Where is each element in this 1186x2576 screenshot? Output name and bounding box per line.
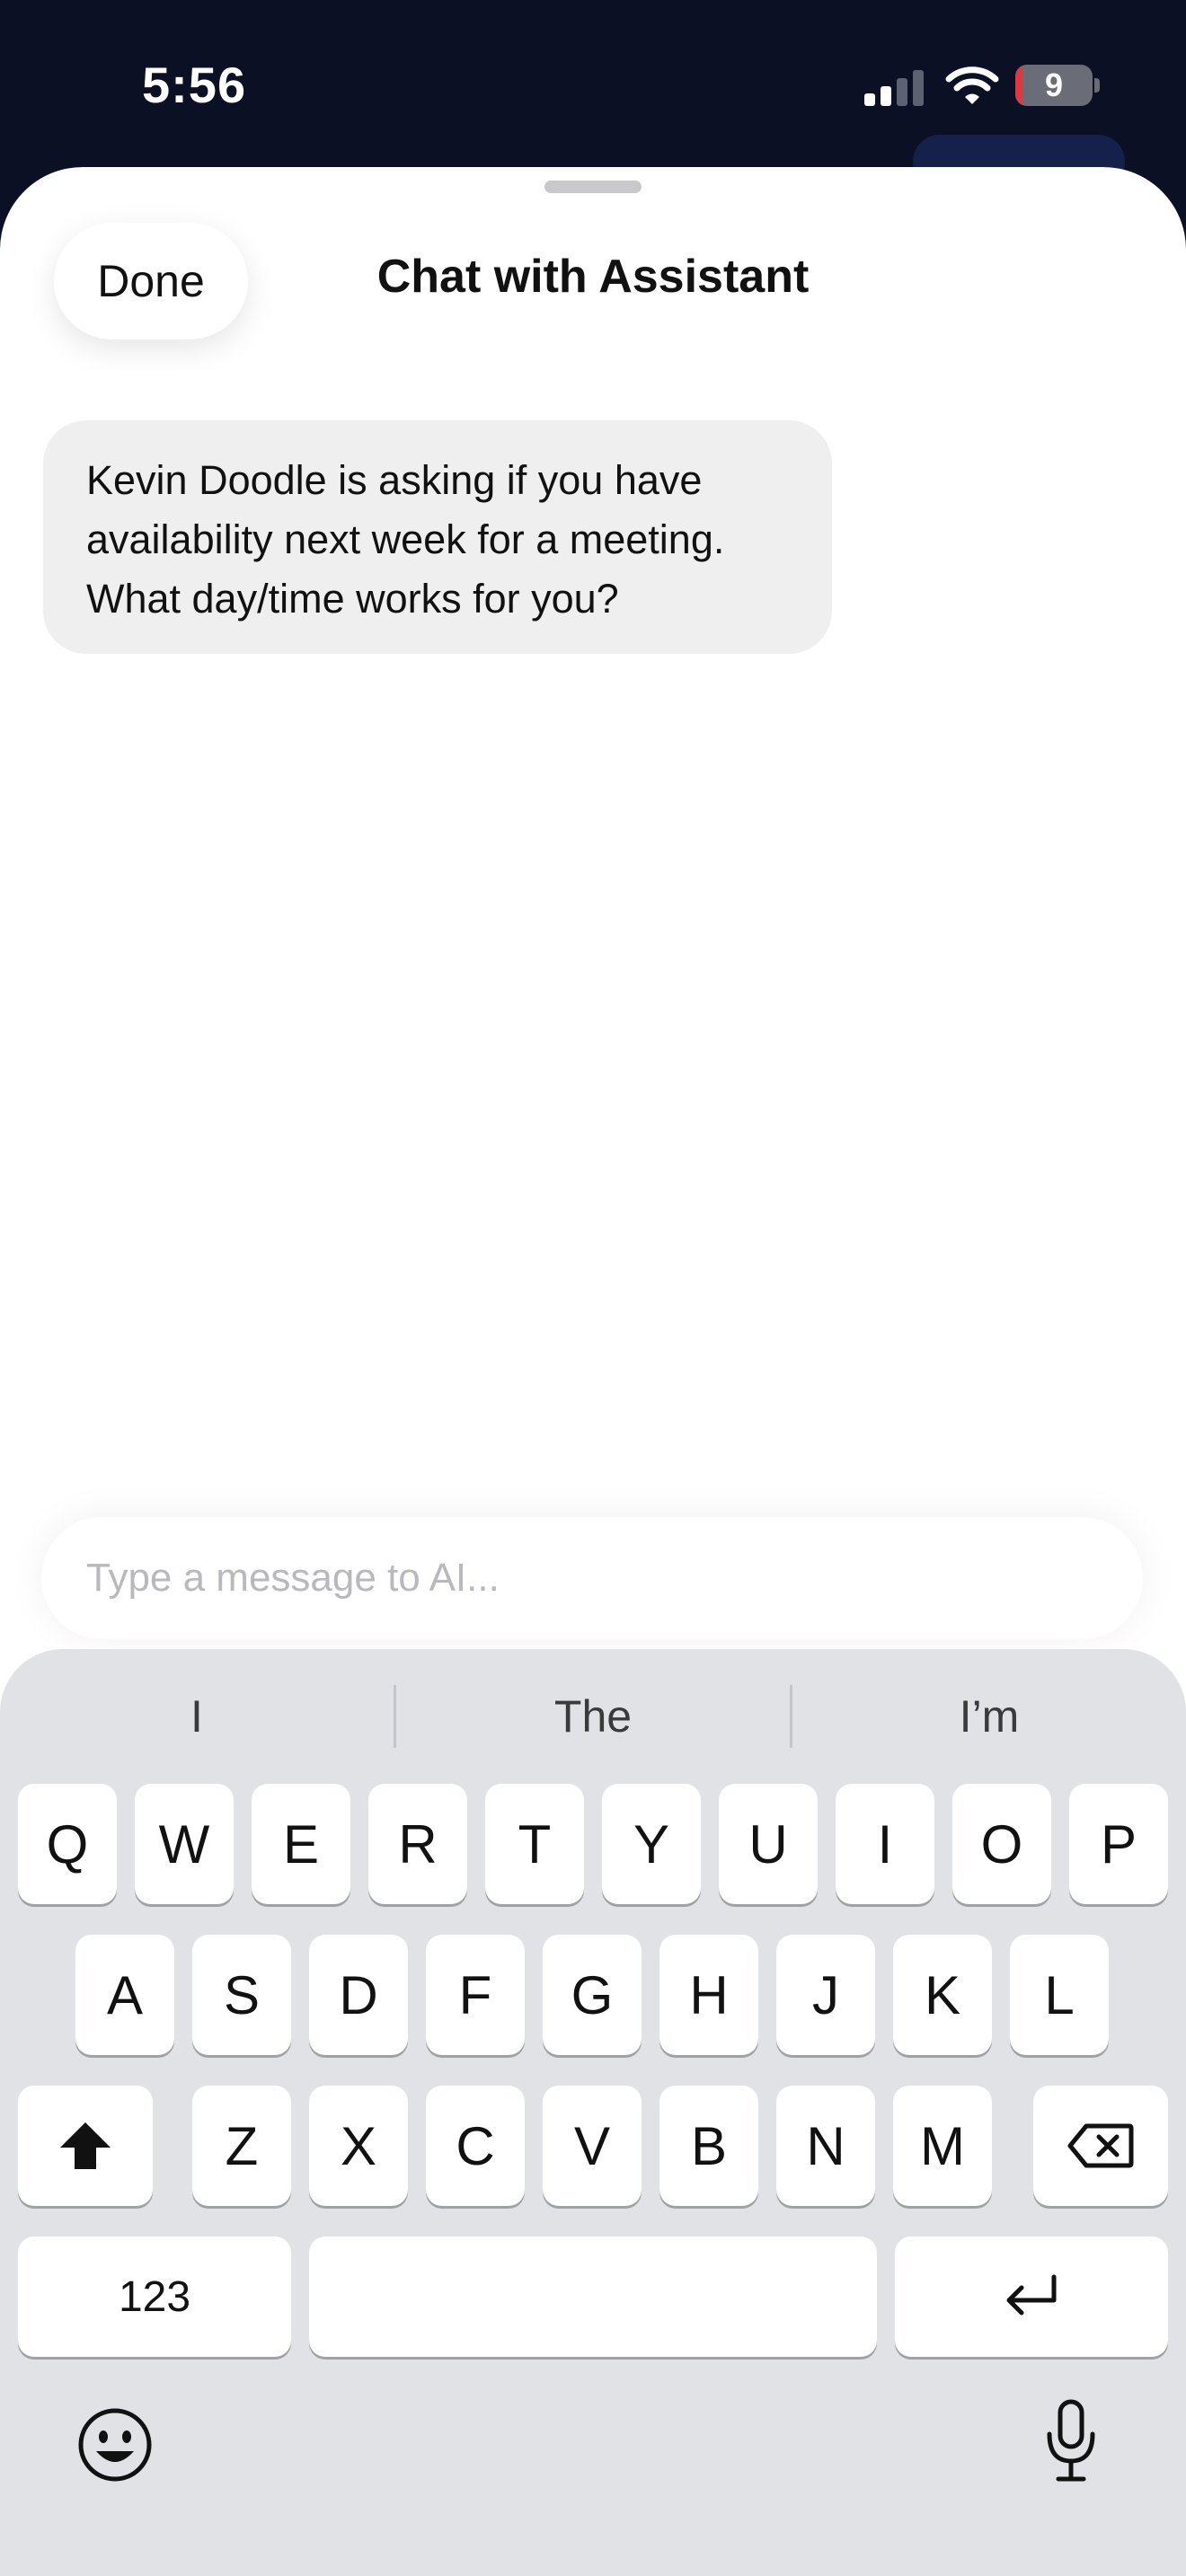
- suggestion-item[interactable]: The: [396, 1649, 790, 1784]
- key-w[interactable]: W: [135, 1784, 234, 1904]
- message-line: availability next week for a meeting.: [86, 516, 725, 562]
- key-f[interactable]: F: [426, 1935, 525, 2055]
- done-button[interactable]: Done: [54, 223, 248, 340]
- key-y[interactable]: Y: [602, 1784, 701, 1904]
- key-h[interactable]: H: [659, 1935, 758, 2055]
- key-z[interactable]: Z: [192, 2086, 291, 2206]
- backspace-icon: [1067, 2123, 1134, 2168]
- wifi-icon: [945, 66, 999, 104]
- key-t[interactable]: T: [485, 1784, 584, 1904]
- key-v[interactable]: V: [543, 2086, 642, 2206]
- backspace-key[interactable]: [1033, 2086, 1168, 2206]
- key-q[interactable]: Q: [18, 1784, 117, 1904]
- phone-screen: 5:56 9 Done Chat with Assistant Kevin Do…: [0, 0, 1186, 2576]
- shift-key[interactable]: [18, 2086, 153, 2206]
- keyboard: I The I’m Q W E R T Y U I O P A S D F G …: [0, 1649, 1186, 2576]
- status-bar: 5:56 9: [0, 0, 1186, 189]
- signal-bar: [913, 70, 924, 106]
- key-g[interactable]: G: [543, 1935, 642, 2055]
- battery-icon: 9: [1015, 65, 1100, 106]
- cellular-signal-icon: [864, 68, 925, 106]
- key-j[interactable]: J: [776, 1935, 875, 2055]
- emoji-icon: [78, 2408, 152, 2482]
- assistant-message-bubble: Kevin Doodle is asking if you have avail…: [43, 420, 832, 654]
- key-p[interactable]: P: [1069, 1784, 1168, 1904]
- key-l[interactable]: L: [1010, 1935, 1109, 2055]
- sheet-grabber[interactable]: [544, 181, 642, 193]
- microphone-icon: [1047, 2399, 1095, 2482]
- key-i[interactable]: I: [836, 1784, 934, 1904]
- signal-bar: [864, 93, 875, 106]
- emoji-button[interactable]: [68, 2398, 162, 2492]
- key-e[interactable]: E: [252, 1784, 350, 1904]
- key-b[interactable]: B: [659, 2086, 758, 2206]
- signal-bar: [881, 86, 891, 106]
- key-k[interactable]: K: [893, 1935, 992, 2055]
- return-icon: [1006, 2274, 1057, 2316]
- shift-icon: [60, 2122, 111, 2169]
- message-input[interactable]: [41, 1517, 1143, 1639]
- key-s[interactable]: S: [192, 1935, 291, 2055]
- battery-level: 9: [1044, 66, 1064, 103]
- status-time: 5:56: [142, 57, 247, 113]
- numbers-key[interactable]: 123: [18, 2236, 291, 2357]
- key-c[interactable]: C: [426, 2086, 525, 2206]
- key-m[interactable]: M: [893, 2086, 992, 2206]
- suggestion-item[interactable]: I: [0, 1649, 394, 1784]
- key-x[interactable]: X: [309, 2086, 408, 2206]
- message-input-container: [41, 1517, 1143, 1639]
- space-key[interactable]: [309, 2236, 877, 2357]
- suggestion-item[interactable]: I’m: [792, 1649, 1186, 1784]
- message-line: Kevin Doodle is asking if you have: [86, 457, 703, 503]
- key-u[interactable]: U: [719, 1784, 818, 1904]
- dictation-button[interactable]: [1024, 2387, 1118, 2495]
- message-line: What day/time works for you?: [86, 576, 619, 622]
- sheet-title: Chat with Assistant: [376, 251, 810, 303]
- key-d[interactable]: D: [309, 1935, 408, 2055]
- key-o[interactable]: O: [952, 1784, 1051, 1904]
- key-a[interactable]: A: [75, 1935, 174, 2055]
- key-r[interactable]: R: [368, 1784, 467, 1904]
- suggestion-bar: I The I’m: [0, 1649, 1186, 1784]
- key-n[interactable]: N: [776, 2086, 875, 2206]
- chat-sheet: Done Chat with Assistant Kevin Doodle is…: [0, 167, 1186, 2576]
- signal-bar: [897, 78, 907, 106]
- return-key[interactable]: [895, 2236, 1168, 2357]
